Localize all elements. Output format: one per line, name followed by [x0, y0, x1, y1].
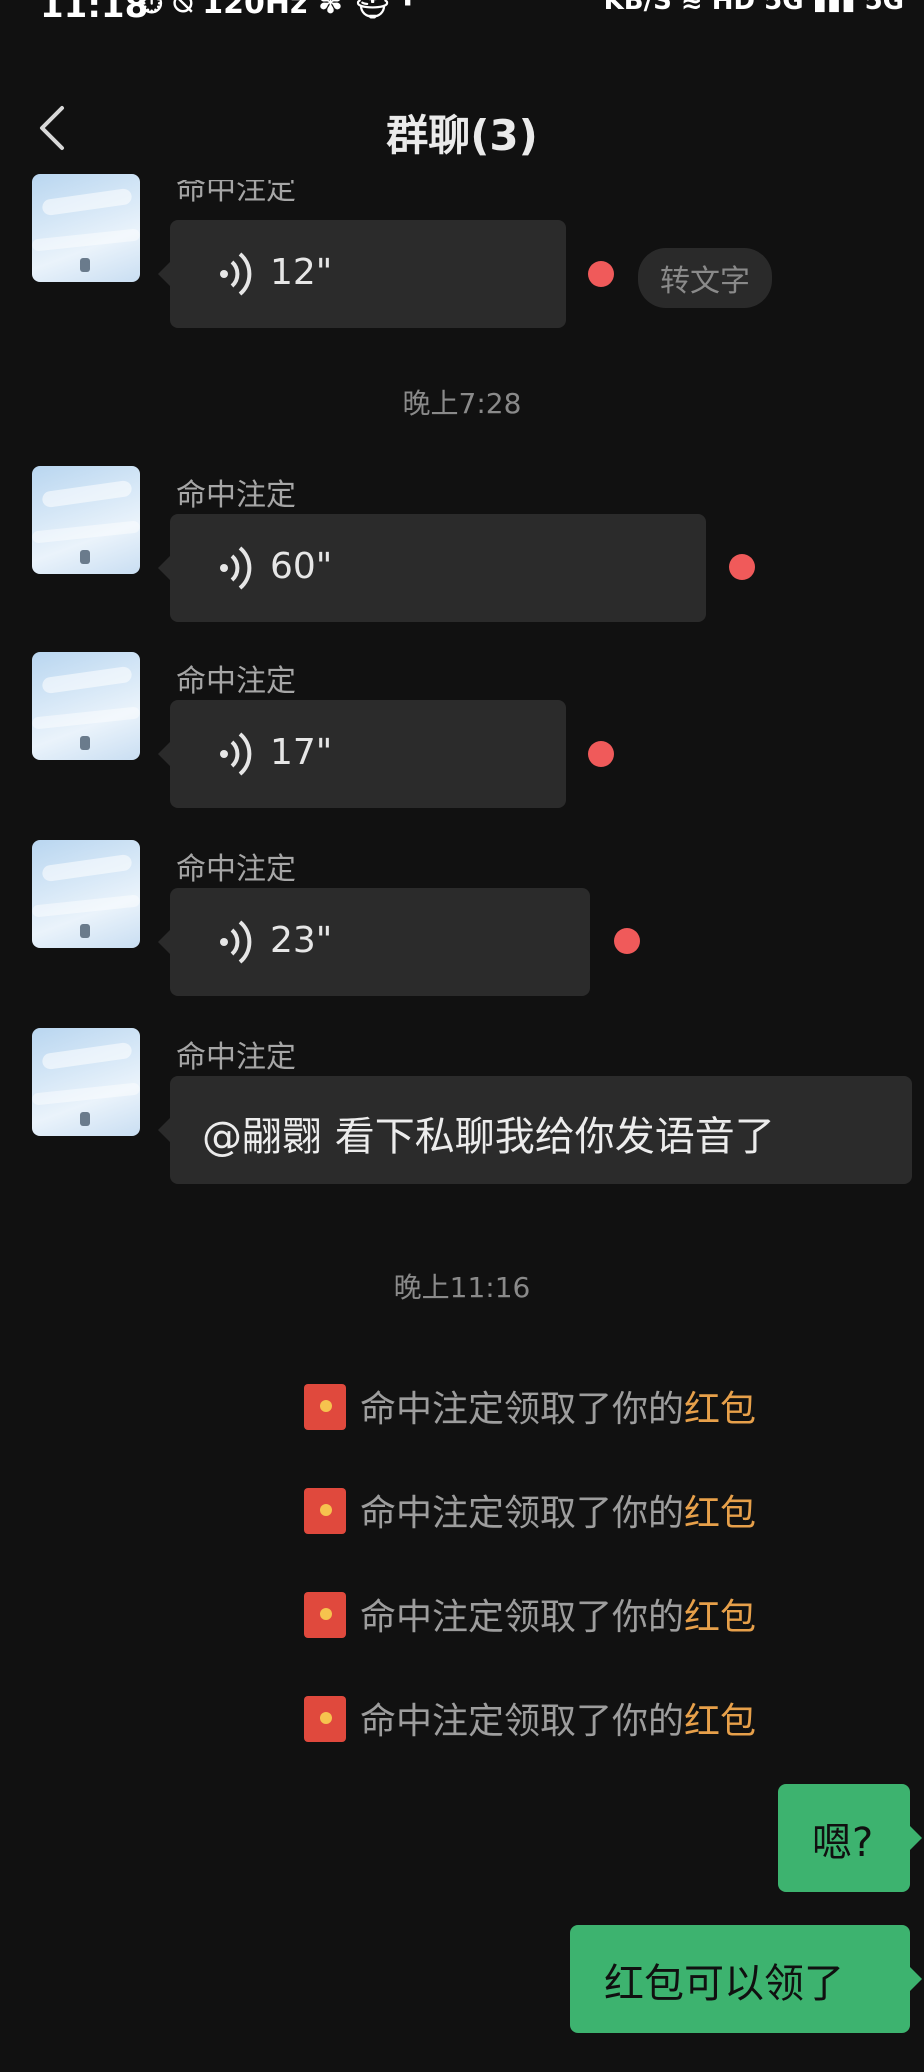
sender-name: 命中注定 — [176, 852, 296, 887]
red-packet-notice: 命中注定领取了你的红包 — [304, 1588, 904, 1640]
voice-message-bubble[interactable]: 60" — [158, 514, 706, 622]
red-packet-link[interactable]: 红包 — [684, 1701, 756, 1742]
message-text: 嗯? — [812, 1820, 874, 1866]
red-packet-icon — [304, 1592, 346, 1638]
avatar[interactable] — [32, 466, 140, 574]
sender-name: 命中注定 — [176, 478, 296, 513]
red-packet-notice: 命中注定领取了你的红包 — [304, 1380, 904, 1432]
status-time: 11:18 — [40, 0, 149, 26]
red-packet-icon — [304, 1696, 346, 1742]
notice-text: 命中注定领取了你的 — [360, 1597, 685, 1638]
text-message-bubble[interactable]: @翤翾 看下私聊我给你发语音了 — [158, 1076, 912, 1184]
red-packet-icon — [304, 1488, 346, 1534]
voice-wave-icon — [220, 732, 252, 776]
convert-to-text-button[interactable]: 转文字 — [638, 248, 772, 308]
outgoing-message-bubble[interactable]: 红包可以领了 — [570, 1925, 922, 2033]
avatar[interactable] — [32, 1028, 140, 1136]
status-right-icons: KB/S ≋ HD 5G ▮▮▮ 5G — [603, 0, 904, 16]
voice-wave-icon — [220, 920, 252, 964]
red-packet-notice: 命中注定领取了你的红包 — [304, 1484, 904, 1536]
sender-name-clipped: 命中注定 — [176, 180, 296, 204]
voice-message-bubble[interactable]: 23" — [158, 888, 590, 996]
red-packet-link[interactable]: 红包 — [684, 1597, 756, 1638]
voice-wave-icon — [220, 546, 252, 590]
chat-header: 群聊(3) — [0, 80, 924, 180]
timestamp: 晚上7:28 — [402, 387, 522, 420]
red-packet-icon — [304, 1384, 346, 1430]
notice-text: 命中注定领取了你的 — [360, 1493, 685, 1534]
status-left-icons: ⏱ ⍉ 120Hz ✽ ⛑ · — [140, 0, 414, 21]
unread-dot — [729, 554, 755, 580]
avatar[interactable] — [32, 840, 140, 948]
red-packet-link[interactable]: 红包 — [684, 1493, 756, 1534]
red-packet-link[interactable]: 红包 — [684, 1389, 756, 1430]
voice-duration: 23" — [270, 920, 333, 961]
notice-text: 命中注定领取了你的 — [360, 1701, 685, 1742]
avatar[interactable] — [32, 174, 140, 282]
voice-duration: 17" — [270, 732, 333, 773]
voice-wave-icon — [220, 252, 252, 296]
voice-duration: 60" — [270, 546, 333, 587]
red-packet-notice: 命中注定领取了你的红包 — [304, 1692, 904, 1744]
chat-title: 群聊(3) — [386, 111, 538, 160]
unread-dot — [588, 261, 614, 287]
avatar[interactable] — [32, 652, 140, 760]
sender-name: 命中注定 — [176, 1040, 296, 1075]
status-bar: 11:18 ⏱ ⍉ 120Hz ✽ ⛑ · KB/S ≋ HD 5G ▮▮▮ 5… — [0, 0, 924, 30]
unread-dot — [588, 741, 614, 767]
message-text: 红包可以领了 — [604, 1961, 844, 2007]
outgoing-message-bubble[interactable]: 嗯? — [778, 1784, 922, 1892]
voice-duration: 12" — [270, 252, 333, 293]
timestamp: 晚上11:16 — [393, 1271, 531, 1304]
sender-name: 命中注定 — [176, 664, 296, 699]
message-text: @翤翾 看下私聊我给你发语音了 — [202, 1114, 775, 1160]
voice-message-bubble[interactable]: 12" — [158, 220, 566, 328]
notice-text: 命中注定领取了你的 — [360, 1389, 685, 1430]
voice-message-bubble[interactable]: 17" — [158, 700, 566, 808]
unread-dot — [614, 928, 640, 954]
